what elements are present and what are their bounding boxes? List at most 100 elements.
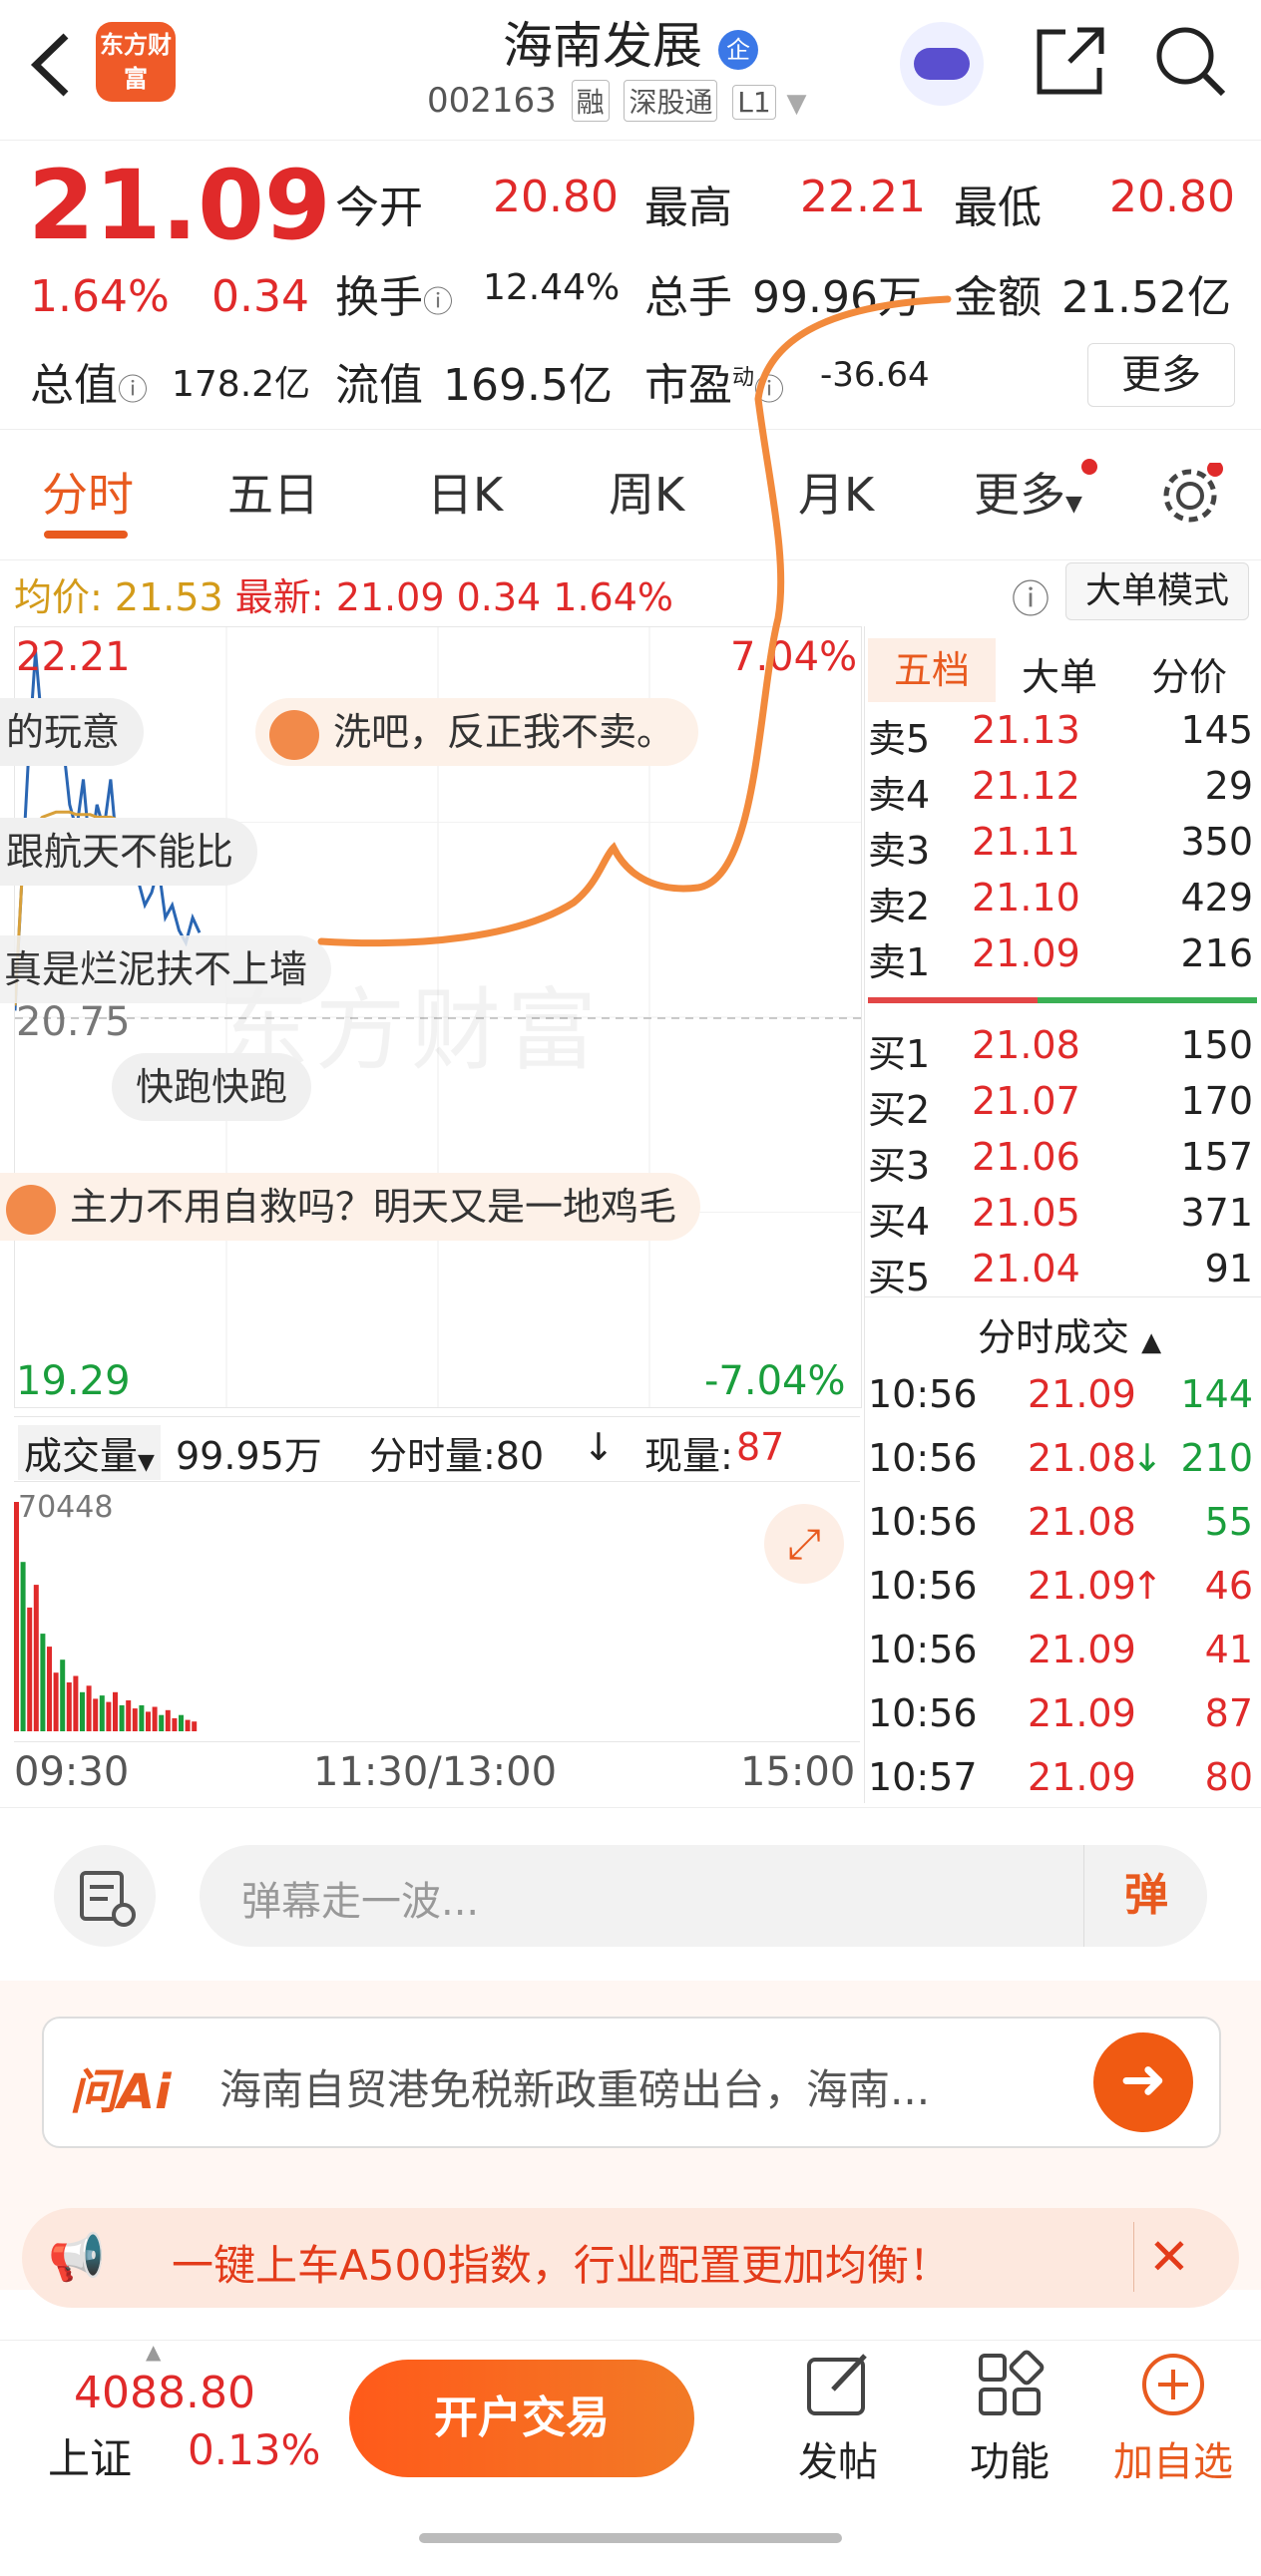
home-indicator — [419, 2533, 842, 2543]
mcap-label[interactable]: 总值ⓘ — [30, 349, 148, 413]
index-pct[interactable]: 0.13% — [188, 2425, 320, 2474]
level-volume: 371 — [1180, 1191, 1253, 1235]
low-label: 最低 — [954, 183, 1042, 233]
volume-value: 99.96万 — [752, 272, 922, 323]
amount-value: 21.52亿 — [1061, 272, 1231, 323]
watchlist-label: 加自选 — [1113, 2439, 1233, 2485]
index-value[interactable]: 4088.80 — [74, 2368, 255, 2418]
open-account-button[interactable]: 开户交易 — [349, 2360, 694, 2477]
time-start: 09:30 — [14, 1749, 130, 1795]
low-value: 20.80 — [1109, 172, 1235, 222]
pe-label[interactable]: 市盈动ⓘ — [644, 349, 784, 413]
level-price: 21.04 — [972, 1247, 1080, 1290]
level-price: 21.13 — [972, 708, 1080, 752]
tab-five-level[interactable]: 五档 — [868, 638, 996, 702]
stock-code-line: 002163 融 深股通 L1 ▼ — [427, 80, 807, 122]
promo-banner[interactable]: 📢 一键上车A500指数，行业配置更加均衡！ ✕ — [22, 2208, 1239, 2308]
tab-more[interactable]: 更多▼ — [974, 459, 1097, 525]
bid-row[interactable]: 买4 21.05 371 — [868, 1191, 1257, 1245]
tab-big-order[interactable]: 大单 — [1022, 646, 1097, 701]
danmu-send-button[interactable]: 弹 — [1083, 1845, 1208, 1947]
ai-ask-banner[interactable]: 问Ai 海南自贸港免税新政重磅出台，海南... ➜ — [42, 2017, 1221, 2148]
danmu-settings-icon — [80, 1871, 136, 1927]
volume-selector[interactable]: 成交量▼ — [18, 1425, 161, 1480]
level-price: 21.11 — [972, 820, 1080, 864]
ask-row[interactable]: 卖1 21.09 216 — [868, 931, 1257, 985]
danmu-input-wrap[interactable]: 弹幕走一波... 弹 — [200, 1845, 1207, 1947]
volume-bar — [47, 1647, 52, 1731]
float-label: 流值 — [335, 360, 423, 411]
big-order-mode-button[interactable]: 大单模式 — [1065, 562, 1249, 620]
level-label: 买5 — [868, 1256, 931, 1299]
tick-time: 10:57 — [868, 1755, 978, 1799]
arrow-right-icon[interactable]: ➜ — [1093, 2032, 1193, 2132]
amount-label: 金额 — [954, 272, 1042, 323]
ask-row[interactable]: 卖4 21.12 29 — [868, 764, 1257, 818]
ask-row[interactable]: 卖2 21.10 429 — [868, 876, 1257, 929]
tab-monthly-k[interactable]: 月K — [798, 459, 874, 525]
add-watchlist-button[interactable]: 加自选 — [1103, 2350, 1243, 2509]
tick-arrow: ↑ — [1131, 1564, 1163, 1608]
open-value: 20.80 — [493, 172, 619, 222]
tab-price-dist[interactable]: 分价 — [1151, 646, 1227, 701]
bid-row[interactable]: 买2 21.07 170 — [868, 1079, 1257, 1133]
level-price: 21.06 — [972, 1135, 1080, 1179]
volume-label: 总手 — [644, 272, 732, 323]
post-button[interactable]: 发帖 — [778, 2350, 898, 2509]
promo-text: 一键上车A500指数，行业配置更加均衡！ — [172, 2241, 951, 2290]
level-volume: 216 — [1180, 931, 1253, 975]
current-volume: 87 — [736, 1425, 785, 1469]
tab-5day[interactable]: 五日 — [227, 459, 319, 525]
tick-arrow: ↓ — [1131, 1436, 1163, 1480]
plus-circle-icon — [1142, 2354, 1204, 2415]
close-icon[interactable]: ✕ — [1133, 2222, 1204, 2292]
ask-row[interactable]: 卖5 21.13 145 — [868, 708, 1257, 762]
search-icon[interactable] — [1153, 24, 1227, 98]
tick-time: 10:56 — [868, 1691, 978, 1735]
help-icon[interactable]: ⓘ — [1012, 568, 1050, 623]
level-volume: 429 — [1180, 876, 1253, 920]
robot-avatar-icon[interactable] — [900, 22, 984, 106]
more-button[interactable]: 更多 — [1087, 343, 1235, 407]
level-volume: 170 — [1180, 1079, 1253, 1123]
level-label: 卖3 — [868, 829, 931, 873]
tab-weekly-k[interactable]: 周K — [609, 459, 684, 525]
ask-row[interactable]: 卖3 21.11 350 — [868, 820, 1257, 874]
level-label: 卖2 — [868, 885, 931, 928]
level-label: 买2 — [868, 1088, 931, 1132]
share-icon[interactable] — [1034, 24, 1107, 98]
function-button[interactable]: 功能 — [950, 2350, 1069, 2509]
settings-gear-icon[interactable] — [1157, 463, 1223, 529]
ox-avatar-icon — [6, 1184, 56, 1235]
level-label: 买3 — [868, 1144, 931, 1188]
tick-volume: 46 — [1204, 1564, 1253, 1608]
danmu-input[interactable]: 弹幕走一波... — [241, 1869, 479, 1927]
bid-row[interactable]: 买3 21.06 157 — [868, 1135, 1257, 1189]
edit-icon — [807, 2354, 867, 2415]
tick-price: 21.08 — [1028, 1436, 1136, 1480]
level-volume: 157 — [1180, 1135, 1253, 1179]
bid-row[interactable]: 买1 21.08 150 — [868, 1023, 1257, 1077]
top-header: 东方财富 海南发展 企 002163 融 深股通 L1 ▼ — [0, 0, 1261, 141]
expand-icon[interactable]: ⤢ — [764, 1504, 844, 1584]
bid-row[interactable]: 买5 21.04 91 — [868, 1247, 1257, 1300]
chevron-down-icon[interactable]: ▼ — [787, 89, 807, 119]
volume-bar — [172, 1717, 178, 1731]
turnover-label[interactable]: 换手ⓘ — [335, 261, 453, 325]
ticks-title[interactable]: 分时成交 ▲ — [978, 1306, 1161, 1361]
divider — [864, 1296, 1261, 1297]
tag-connect: 深股通 — [624, 80, 718, 122]
danmu-settings-button[interactable] — [54, 1845, 156, 1947]
volume-bar — [99, 1695, 105, 1731]
index-name[interactable]: 上证 — [48, 2425, 132, 2486]
mcap-value: 178.2亿 — [172, 364, 311, 405]
tab-intraday[interactable]: 分时 — [42, 459, 134, 525]
danmu-bubble: 跟航天不能比 — [0, 818, 258, 886]
volume-bar — [119, 1704, 125, 1731]
volume-bar — [93, 1698, 99, 1731]
tick-price: 21.09 — [1028, 1755, 1136, 1799]
volume-bar — [139, 1704, 145, 1731]
volume-bar — [152, 1706, 158, 1731]
level-label: 买4 — [868, 1200, 931, 1244]
tab-daily-k[interactable]: 日K — [427, 459, 503, 525]
